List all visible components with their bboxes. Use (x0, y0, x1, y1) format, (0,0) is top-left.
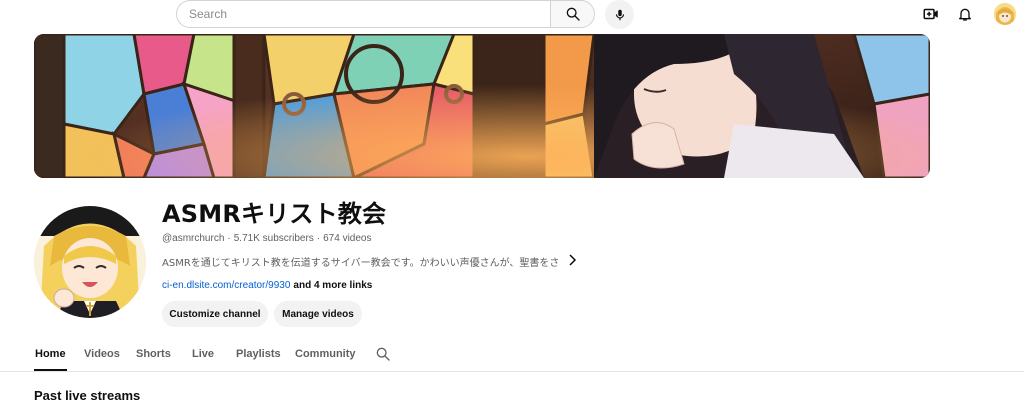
description-expand-button[interactable] (566, 253, 578, 267)
tab-live[interactable]: Live (192, 348, 214, 360)
tab-home[interactable]: Home (35, 348, 66, 360)
tab-videos[interactable]: Videos (84, 348, 120, 360)
bell-icon (959, 8, 971, 21)
mic-icon (615, 9, 624, 20)
separator-dot: · (316, 233, 321, 244)
channel-avatar[interactable] (34, 206, 146, 318)
channel-external-link[interactable]: ci-en.dlsite.com/creator/9930 (162, 280, 290, 291)
customize-channel-button[interactable]: Customize channel (162, 301, 268, 327)
voice-search-button[interactable] (605, 0, 634, 29)
create-video-icon (923, 8, 938, 20)
search-icon (376, 347, 390, 361)
subscriber-count: 5.71K subscribers (233, 233, 314, 244)
section-title: Past live streams (34, 388, 141, 403)
notifications-button[interactable] (955, 4, 975, 24)
channel-meta: @asmrchurch · 5.71K subscribers · 674 videos (162, 233, 372, 244)
chevron-right-icon (569, 254, 577, 266)
search-button[interactable] (550, 0, 595, 28)
create-button[interactable] (921, 4, 941, 24)
active-tab-indicator (34, 369, 67, 371)
account-avatar[interactable] (994, 3, 1016, 25)
channel-banner (34, 34, 930, 178)
search-box[interactable] (176, 0, 551, 28)
tab-community[interactable]: Community (295, 348, 356, 360)
search-icon (566, 7, 580, 21)
search-input[interactable] (189, 7, 551, 21)
channel-search-button[interactable] (375, 346, 391, 362)
manage-videos-button[interactable]: Manage videos (274, 301, 362, 327)
video-count: 674 videos (323, 233, 372, 244)
top-bar (0, 0, 1024, 30)
separator-dot: · (227, 233, 231, 244)
channel-description[interactable]: ASMRを通じてキリスト教を伝道するサイバー教会です。かわいい声優さんが、聖書を… (162, 254, 558, 269)
channel-links: ci-en.dlsite.com/creator/9930 and 4 more … (162, 280, 372, 291)
tab-playlists[interactable]: Playlists (236, 348, 281, 360)
channel-handle: @asmrchurch (162, 233, 225, 244)
more-links-button[interactable]: and 4 more links (293, 280, 372, 291)
tab-shorts[interactable]: Shorts (136, 348, 171, 360)
channel-tabs: Home Videos Shorts Live Playlists Commun… (0, 338, 1024, 372)
channel-name: ASMRキリスト教会 (162, 200, 387, 228)
